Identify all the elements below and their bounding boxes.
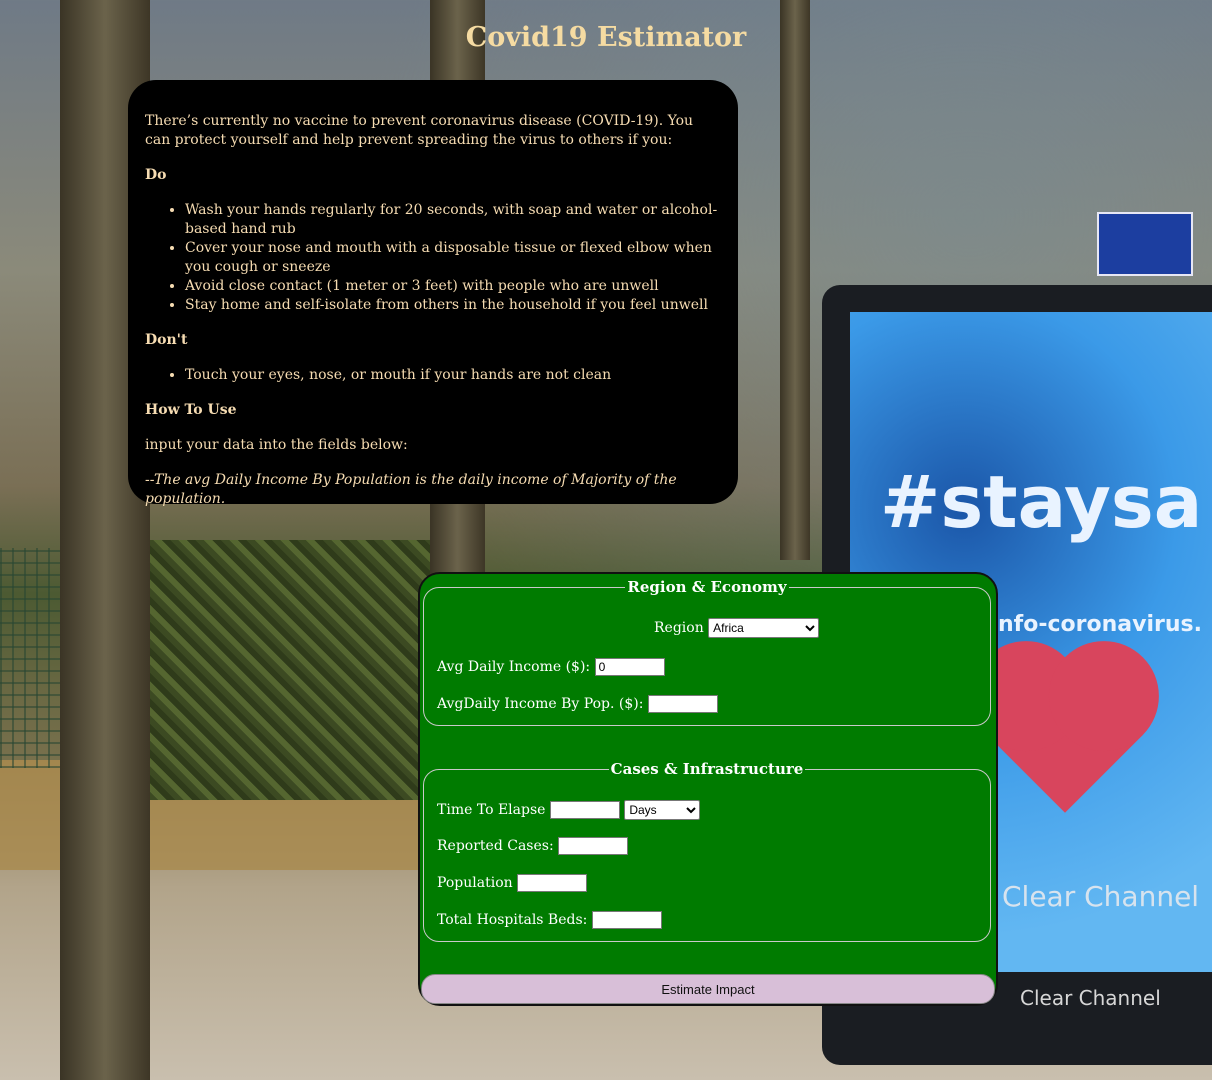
region-label: Region bbox=[654, 620, 704, 636]
population-label: Population bbox=[437, 875, 513, 891]
billboard-hashtag: #staysa bbox=[880, 460, 1203, 544]
reported-cases-label: Reported Cases: bbox=[437, 838, 554, 854]
reported-cases-row: Reported Cases: bbox=[437, 837, 629, 855]
region-economy-fieldset: Region & Economy Region Africa Avg Daily… bbox=[423, 578, 991, 726]
do-heading: Do bbox=[145, 167, 167, 183]
dont-list: Touch your eyes, nose, or mouth if your … bbox=[145, 366, 721, 385]
avg-income-label: Avg Daily Income ($): bbox=[437, 659, 591, 675]
hospital-beds-input[interactable] bbox=[591, 911, 662, 929]
cases-infrastructure-fieldset: Cases & Infrastructure Time To Elapse Da… bbox=[423, 760, 991, 942]
background-hedge bbox=[150, 540, 430, 800]
avg-income-input[interactable] bbox=[594, 658, 665, 676]
region-economy-legend: Region & Economy bbox=[627, 578, 787, 596]
avg-income-pop-row: AvgDaily Income By Pop. ($): bbox=[437, 695, 718, 713]
list-item: Avoid close contact (1 meter or 3 feet) … bbox=[185, 277, 721, 296]
population-row: Population bbox=[437, 874, 588, 892]
page-title: Covid19 Estimator bbox=[465, 22, 747, 53]
dont-heading: Don't bbox=[145, 332, 188, 348]
reported-cases-input[interactable] bbox=[558, 837, 629, 855]
time-elapse-label: Time To Elapse bbox=[437, 802, 546, 818]
estimator-form: Region & Economy Region Africa Avg Daily… bbox=[418, 572, 998, 1006]
avg-income-pop-label: AvgDaily Income By Pop. ($): bbox=[437, 696, 644, 712]
list-item: Cover your nose and mouth with a disposa… bbox=[185, 239, 721, 277]
estimate-impact-button[interactable]: Estimate Impact bbox=[421, 974, 995, 1004]
background-fence bbox=[0, 548, 420, 768]
heart-icon bbox=[987, 657, 1143, 813]
background-tree-trunk bbox=[780, 0, 810, 560]
list-item: Stay home and self-isolate from others i… bbox=[185, 296, 721, 315]
intro-text: There’s currently no vaccine to prevent … bbox=[145, 113, 694, 148]
population-input[interactable] bbox=[517, 874, 588, 892]
time-elapse-input[interactable] bbox=[549, 801, 620, 819]
billboard-brand: Clear Channel bbox=[1002, 880, 1200, 913]
income-note: --The avg Daily Income By Population is … bbox=[145, 472, 677, 507]
avg-income-pop-input[interactable] bbox=[647, 695, 718, 713]
billboard-brand-footer: Clear Channel bbox=[1020, 986, 1161, 1010]
list-item: Touch your eyes, nose, or mouth if your … bbox=[185, 366, 721, 385]
background-street-sign bbox=[1097, 212, 1193, 276]
time-elapse-row: Time To Elapse Days bbox=[437, 800, 701, 820]
hospital-beds-label: Total Hospitals Beds: bbox=[437, 912, 588, 928]
region-row: Region Africa bbox=[654, 618, 820, 638]
info-panel: There’s currently no vaccine to prevent … bbox=[128, 80, 738, 507]
how-to-use-text: input your data into the fields below: bbox=[145, 437, 408, 453]
avg-income-row: Avg Daily Income ($): bbox=[437, 658, 665, 676]
do-list: Wash your hands regularly for 20 seconds… bbox=[145, 201, 721, 315]
period-type-select[interactable]: Days bbox=[624, 800, 701, 820]
cases-infrastructure-legend: Cases & Infrastructure bbox=[610, 760, 804, 778]
how-to-use-heading: How To Use bbox=[145, 402, 237, 418]
background-gravel bbox=[0, 760, 420, 870]
hospital-beds-row: Total Hospitals Beds: bbox=[437, 911, 662, 929]
billboard-url: nfo-coronavirus. bbox=[998, 612, 1202, 637]
region-select[interactable]: Africa bbox=[708, 618, 820, 638]
list-item: Wash your hands regularly for 20 seconds… bbox=[185, 201, 721, 239]
